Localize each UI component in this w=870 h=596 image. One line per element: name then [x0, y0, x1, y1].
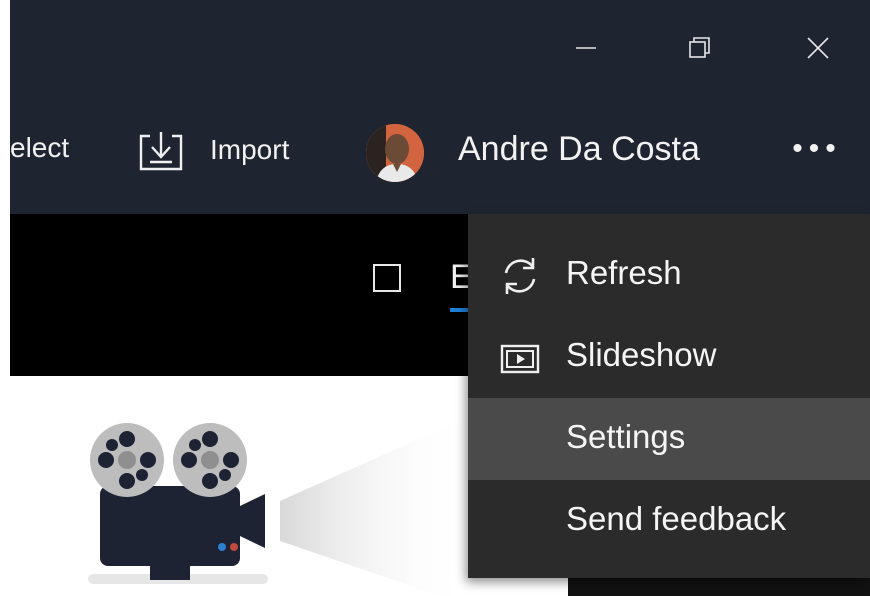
- active-tab-indicator: [450, 308, 470, 312]
- select-all-checkbox[interactable]: [373, 264, 401, 292]
- menu-item-refresh[interactable]: Refresh: [468, 234, 870, 316]
- more-options-button[interactable]: •••: [782, 134, 852, 174]
- menu-item-label: Slideshow: [566, 336, 717, 373]
- menu-item-slideshow[interactable]: Slideshow: [468, 316, 870, 398]
- import-button[interactable]: Import: [210, 134, 289, 166]
- select-button[interactable]: elect: [10, 132, 69, 164]
- more-options-menu: Refresh Slideshow Settings Send feedback: [468, 214, 870, 578]
- filter-tab-label[interactable]: E: [450, 258, 470, 297]
- menu-item-settings[interactable]: Settings: [468, 398, 870, 480]
- film-projector-illustration: [88, 416, 470, 596]
- close-icon: [807, 37, 829, 59]
- menu-item-label: Send feedback: [566, 500, 787, 537]
- avatar[interactable]: [366, 124, 424, 182]
- minimize-button[interactable]: [556, 20, 616, 76]
- menu-item-send-feedback[interactable]: Send feedback: [468, 480, 870, 562]
- import-icon[interactable]: [138, 130, 184, 172]
- slideshow-icon: [500, 344, 540, 374]
- close-button[interactable]: [788, 20, 848, 76]
- refresh-icon: [504, 258, 536, 294]
- photos-app-window: elect Import Andre Da Costa ••• E Refres…: [10, 0, 870, 596]
- restore-button[interactable]: [670, 20, 730, 76]
- menu-item-label: Refresh: [566, 254, 682, 291]
- background-panel: [568, 578, 870, 596]
- title-bar: [10, 0, 870, 96]
- user-photo: [366, 124, 424, 182]
- minimize-icon: [576, 47, 596, 49]
- menu-item-label: Settings: [566, 418, 686, 455]
- user-name[interactable]: Andre Da Costa: [458, 130, 700, 169]
- command-bar: elect Import Andre Da Costa •••: [10, 96, 870, 214]
- restore-icon: [689, 37, 710, 58]
